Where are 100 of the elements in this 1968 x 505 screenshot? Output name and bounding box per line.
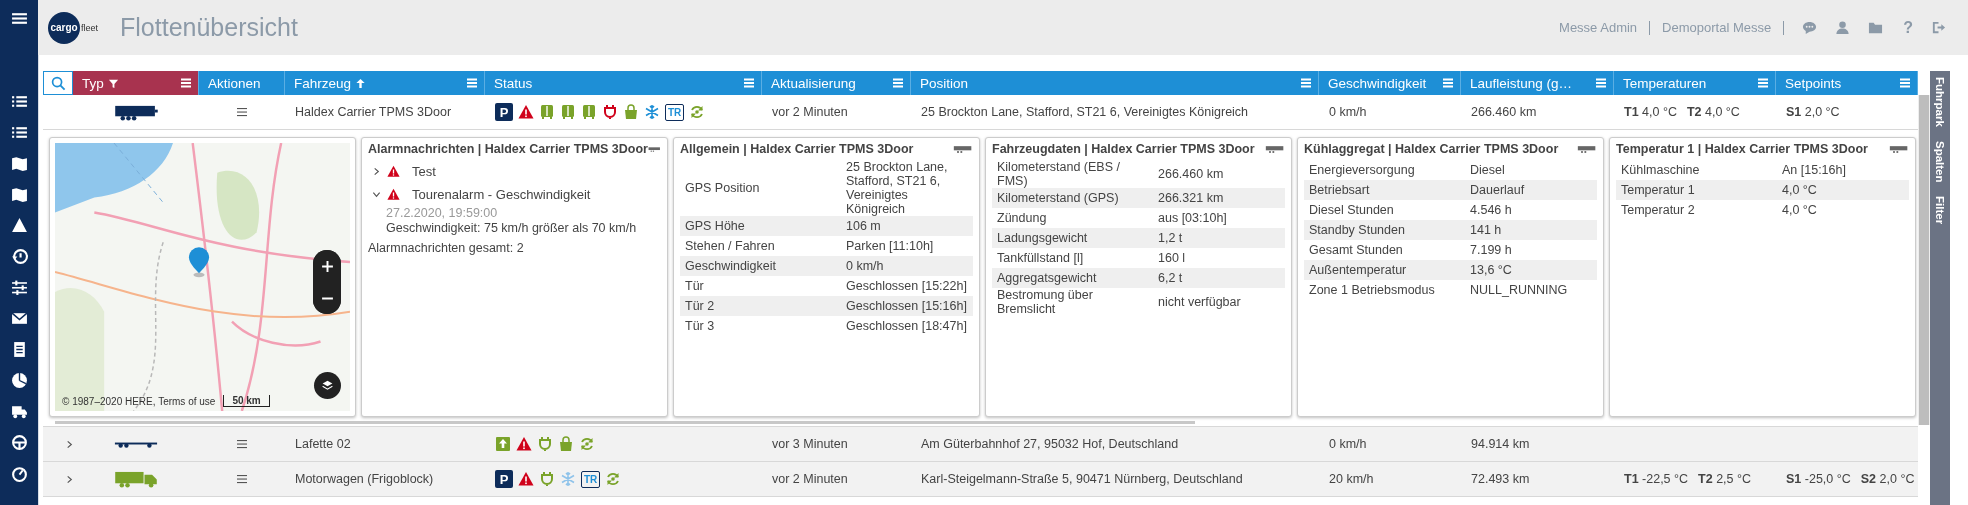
sliders-icon[interactable] — [10, 279, 28, 296]
alarm-item[interactable]: Tourenalarm - Geschwindigkeit — [368, 183, 661, 206]
steering-wheel-icon[interactable] — [10, 434, 28, 451]
bag-icon — [558, 436, 574, 452]
history-icon[interactable] — [10, 248, 28, 265]
upload-icon — [495, 436, 511, 452]
setpoint-reading: S1 2,0 °C — [1786, 105, 1840, 119]
card-title: Kühlaggregat | Haldex Carrier TPMS 3Door — [1304, 142, 1559, 156]
field-label: Bestromung über Bremslicht — [997, 288, 1094, 316]
column-menu-icon[interactable] — [1899, 77, 1911, 89]
help-button[interactable]: ? — [1903, 18, 1913, 37]
trailer-icon — [647, 144, 661, 154]
field-label: Geschwindigkeit — [685, 259, 777, 273]
alarm-total: Alarmnachrichten gesamt: 2 — [368, 241, 525, 255]
column-menu-icon[interactable] — [743, 77, 755, 89]
field-value: Diesel — [1470, 163, 1506, 177]
table-row[interactable]: Lafette 02 vor 3 Minuten Am Güterbahnhof 27, 95032 Hof, Deutschland 0 km/h 94.914 km — [43, 427, 1918, 462]
trailer-icon — [1265, 144, 1285, 154]
actions-menu-icon[interactable] — [236, 106, 248, 118]
actions-menu-icon[interactable] — [236, 473, 248, 485]
gauge-icon[interactable] — [10, 465, 28, 482]
warning-icon[interactable] — [10, 217, 28, 234]
column-menu-icon[interactable] — [180, 77, 192, 89]
map-scale: 50 km — [223, 395, 270, 407]
mileage-value: 266.460 km — [1471, 105, 1537, 119]
mileage-value: 94.914 km — [1471, 437, 1530, 451]
chevron-right-icon[interactable] — [65, 474, 74, 484]
field-label: Gesamt Stunden — [1309, 243, 1404, 257]
side-tab[interactable]: Fuhrpark — [1930, 77, 1950, 127]
field-label: Aggregatsgewicht — [997, 271, 1098, 285]
card-title: Temperatur 1 | Haldex Carrier TPMS 3Door — [1616, 142, 1868, 156]
column-title: Setpoints — [1785, 75, 1842, 91]
field-value: 160 l — [1158, 251, 1187, 265]
layers-icon — [321, 379, 334, 392]
field-value: 106 m — [846, 219, 882, 233]
field-value: 0 km/h — [846, 259, 885, 273]
logo-mark: cargo — [48, 11, 80, 44]
sort-up-icon — [355, 77, 367, 89]
column-menu-icon[interactable] — [466, 77, 478, 89]
low-loader-icon — [113, 440, 159, 448]
side-tab[interactable]: Filter — [1930, 196, 1950, 225]
trailer-icon — [1577, 144, 1597, 154]
list-icon[interactable] — [10, 93, 28, 110]
alarm-item[interactable]: Test — [368, 160, 661, 183]
field-value: 4.546 h — [1470, 203, 1513, 217]
field-value: 13,6 °C — [1470, 263, 1513, 277]
update-time: vor 3 Minuten — [772, 437, 848, 451]
position-text: 25 Brockton Lane, Stafford, ST21 6, Vereinigtes Königreich — [921, 105, 1249, 119]
search-icon — [50, 75, 66, 91]
field-value: aus [03:10h] — [1158, 211, 1228, 225]
field-label: Ladungsgewicht — [997, 231, 1089, 245]
update-time: vor 2 Minuten — [772, 472, 848, 486]
table-row[interactable]: Motorwagen (Frigoblock) P TR vor 2 Minuten Karl-Steigelmann-Straße 5, 90471 Nürnberg, Deutschland 20 km/h 72.493 km T1 -22,5 °C T2 2,5 °C S1 -25,0 °C S2 2,0 °C — [43, 462, 1918, 497]
map-icon[interactable] — [10, 155, 28, 172]
pie-chart-icon[interactable] — [10, 372, 28, 389]
list-icon[interactable] — [10, 124, 28, 141]
alarm-icon — [387, 165, 400, 178]
temperature-reading: T2 2,5 °C — [1698, 472, 1751, 486]
field-value: nicht verfügbar — [1158, 295, 1242, 309]
column-title: Geschwindigkeit — [1328, 75, 1427, 91]
column-title: Aktualisierung — [771, 75, 856, 91]
bag-icon — [623, 104, 639, 120]
column-header[interactable]: Typ — [73, 71, 199, 95]
vehicle-name: Haldex Carrier TPMS 3Door — [295, 105, 452, 119]
menu-icon[interactable] — [10, 10, 28, 27]
page-title: Flottenübersicht — [120, 13, 298, 42]
side-tab[interactable]: Spalten — [1930, 140, 1950, 183]
column-menu-icon[interactable] — [892, 77, 904, 89]
truck-icon[interactable] — [10, 403, 28, 420]
temperature-reading: T2 4,0 °C — [1686, 105, 1740, 119]
field-value: 25 Brockton Lane, Stafford, ST21 6, Vereinigtes Königreich — [846, 160, 949, 216]
refresh-icon — [605, 471, 622, 487]
actions-menu-icon[interactable] — [236, 438, 248, 450]
map-icon[interactable] — [10, 186, 28, 203]
column-menu-icon[interactable] — [1757, 77, 1769, 89]
alarm-time: 27.2.2020, 19:59:00 — [386, 206, 499, 220]
user-link[interactable]: Messe Admin — [1559, 20, 1638, 35]
field-value: 1,2 t — [1158, 231, 1184, 245]
field-label: Stehen / Fahren — [685, 239, 776, 253]
position-text: Karl-Steigelmann-Straße 5, 90471 Nürnberg, Deutschland — [921, 472, 1243, 486]
field-value: 4,0 °C — [1782, 183, 1818, 197]
scrollbar[interactable] — [1918, 95, 1930, 425]
setpoint-reading: S2 2,0 °C — [1860, 472, 1915, 486]
column-menu-icon[interactable] — [1442, 77, 1454, 89]
update-time: vor 2 Minuten — [772, 105, 848, 119]
column-menu-icon[interactable] — [1595, 77, 1607, 89]
chevron-right-icon[interactable] — [65, 439, 74, 449]
field-label: Tankfüllstand [l] — [997, 251, 1085, 265]
mail-icon[interactable] — [10, 310, 28, 327]
search-button[interactable] — [43, 71, 73, 95]
column-title: Position — [920, 75, 969, 91]
field-label: Zone 1 Betriebsmodus — [1309, 283, 1436, 297]
column-menu-icon[interactable] — [1300, 77, 1312, 89]
field-label: Tür 3 — [685, 319, 716, 333]
column-title: Fahrzeug — [294, 75, 352, 91]
field-label: Temperatur 2 — [1621, 203, 1696, 217]
trailer-icon — [113, 103, 159, 121]
setpoint-reading: S1 -25,0 °C — [1786, 472, 1851, 486]
portal-link[interactable]: Demoportal Messe — [1662, 20, 1772, 35]
field-label: Außentemperatur — [1309, 263, 1408, 277]
